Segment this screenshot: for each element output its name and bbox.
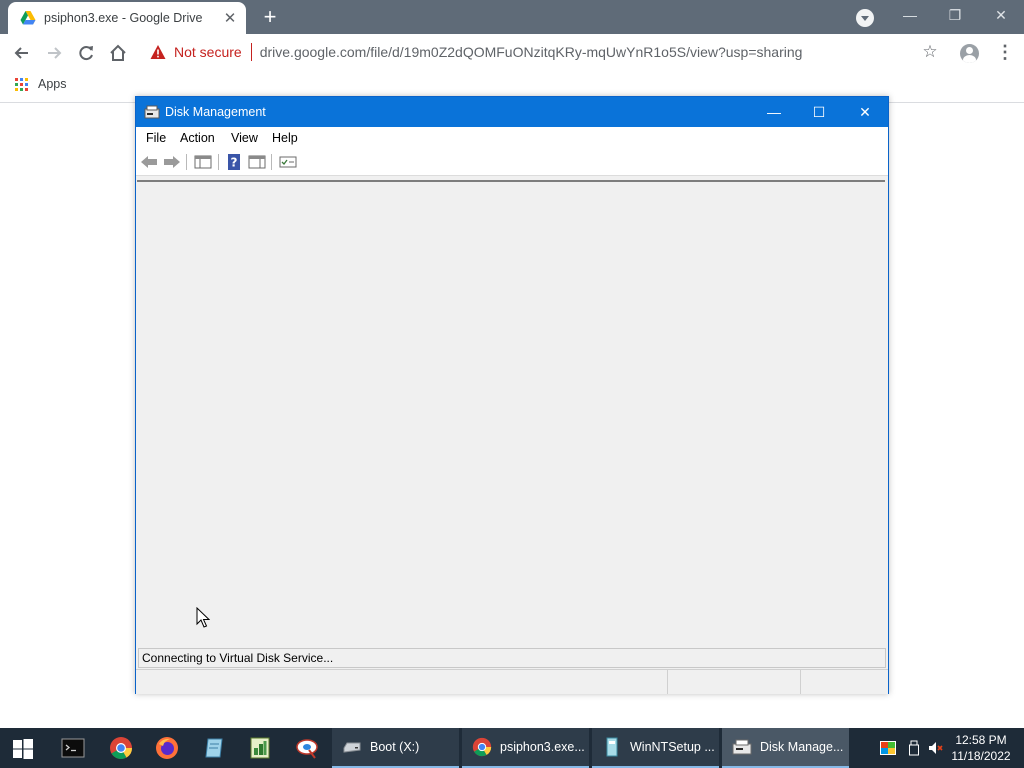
menu-dots-icon[interactable]: ⋮ bbox=[996, 42, 1014, 62]
back-arrow-icon[interactable] bbox=[11, 42, 33, 64]
clock-time: 12:58 PM bbox=[955, 733, 1007, 747]
apps-grid-icon[interactable] bbox=[15, 78, 28, 91]
firefox-icon[interactable] bbox=[155, 736, 179, 760]
menu-view[interactable]: View bbox=[231, 131, 258, 145]
security-status[interactable]: Not secure bbox=[174, 44, 242, 60]
reload-icon[interactable] bbox=[75, 42, 97, 64]
task-label: Disk Manage... bbox=[760, 740, 844, 754]
registry-editor-icon[interactable] bbox=[248, 736, 272, 760]
status-text: Connecting to Virtual Disk Service... bbox=[142, 651, 334, 665]
windows-start-icon[interactable] bbox=[12, 738, 34, 760]
browser-tab[interactable]: psiphon3.exe - Google Drive ✕ bbox=[8, 2, 246, 34]
toolbar-separator bbox=[218, 154, 219, 170]
dm-content-pane bbox=[137, 180, 885, 647]
volume-muted-icon[interactable] bbox=[928, 740, 944, 756]
task-label: psiphon3.exe... bbox=[500, 740, 585, 754]
taskbar-task-chrome[interactable]: psiphon3.exe... bbox=[462, 728, 589, 768]
menu-file[interactable]: File bbox=[146, 131, 166, 145]
profile-icon[interactable] bbox=[960, 44, 979, 63]
show-hide-action-pane-icon[interactable] bbox=[248, 154, 266, 170]
url-text[interactable]: drive.google.com/file/d/19m0Z2dQOMFuONzi… bbox=[260, 44, 803, 60]
task-label: Boot (X:) bbox=[370, 740, 420, 754]
home-icon[interactable] bbox=[107, 42, 129, 64]
dm-maximize-button[interactable]: ☐ bbox=[804, 101, 834, 123]
disk-management-icon bbox=[732, 739, 752, 755]
google-drive-icon bbox=[20, 11, 36, 25]
forward-arrow-icon[interactable] bbox=[43, 42, 65, 64]
command-prompt-icon[interactable] bbox=[61, 736, 85, 760]
tab-search-button[interactable] bbox=[856, 9, 874, 27]
browser-close-button[interactable]: ✕ bbox=[986, 5, 1016, 25]
display-color-icon[interactable] bbox=[880, 740, 896, 756]
warning-icon bbox=[150, 45, 166, 59]
dm-minimize-button[interactable]: — bbox=[759, 101, 789, 123]
show-hide-console-tree-icon[interactable] bbox=[194, 154, 212, 170]
taskbar-task-winntsetup[interactable]: WinNTSetup ... bbox=[592, 728, 719, 768]
browser-toolbar: Not secure drive.google.com/file/d/19m0Z… bbox=[0, 34, 1024, 70]
menu-help[interactable]: Help bbox=[272, 131, 298, 145]
windows-taskbar: Boot (X:) psiphon3.exe... WinNTSetup ...… bbox=[0, 728, 1024, 768]
system-clock[interactable]: 12:58 PM 11/18/2022 bbox=[948, 732, 1014, 764]
taskbar-task-disk-management[interactable]: Disk Manage... bbox=[722, 728, 849, 768]
svg-text:?: ? bbox=[231, 156, 238, 170]
dm-status-panel: Connecting to Virtual Disk Service... bbox=[138, 648, 886, 668]
browser-tab-strip: psiphon3.exe - Google Drive ✕ + — ❐ ✕ bbox=[0, 0, 1024, 34]
help-icon[interactable]: ? bbox=[225, 154, 243, 170]
browser-restore-button[interactable]: ❐ bbox=[940, 5, 970, 25]
dm-title-bar[interactable]: Disk Management — ☐ ✕ bbox=[136, 97, 888, 127]
chrome-icon bbox=[472, 737, 492, 757]
mouse-cursor-icon bbox=[196, 607, 210, 628]
omnibox-separator bbox=[250, 43, 252, 61]
tab-close-icon[interactable]: ✕ bbox=[220, 9, 240, 27]
star-icon[interactable]: ☆ bbox=[920, 42, 940, 62]
toolbar-separator bbox=[271, 154, 272, 170]
taskbar-task-boot-drive[interactable]: Boot (X:) bbox=[332, 728, 459, 768]
status-bar-divider bbox=[800, 670, 801, 694]
browser-minimize-button[interactable]: — bbox=[895, 5, 925, 25]
properties-icon[interactable] bbox=[279, 154, 297, 170]
dm-status-bar bbox=[136, 669, 888, 694]
disk-management-icon bbox=[144, 105, 160, 119]
forward-arrow-icon[interactable] bbox=[163, 154, 181, 170]
notepad-icon[interactable] bbox=[202, 736, 226, 760]
address-bar[interactable]: Not secure drive.google.com/file/d/19m0Z… bbox=[142, 38, 948, 66]
dm-window-title: Disk Management bbox=[165, 105, 266, 119]
partition-tool-icon[interactable] bbox=[295, 736, 319, 760]
dm-close-button[interactable]: ✕ bbox=[850, 101, 880, 123]
back-arrow-icon[interactable] bbox=[140, 154, 158, 170]
tab-title: psiphon3.exe - Google Drive bbox=[44, 11, 203, 25]
menu-action[interactable]: Action bbox=[180, 131, 215, 145]
new-tab-button[interactable]: + bbox=[258, 5, 282, 29]
task-label: WinNTSetup ... bbox=[630, 740, 715, 754]
usb-device-icon[interactable] bbox=[906, 740, 922, 756]
status-bar-divider bbox=[667, 670, 668, 694]
toolbar-separator bbox=[186, 154, 187, 170]
winntsetup-icon bbox=[606, 737, 618, 757]
chrome-icon[interactable] bbox=[109, 736, 133, 760]
drive-icon bbox=[343, 742, 361, 753]
dm-menu-bar: File Action View Help bbox=[136, 127, 888, 149]
bookmark-apps[interactable]: Apps bbox=[38, 77, 67, 91]
clock-date: 11/18/2022 bbox=[951, 749, 1011, 763]
dm-toolbar: ? bbox=[136, 149, 888, 176]
disk-management-window: Disk Management — ☐ ✕ File Action View H… bbox=[135, 96, 889, 694]
